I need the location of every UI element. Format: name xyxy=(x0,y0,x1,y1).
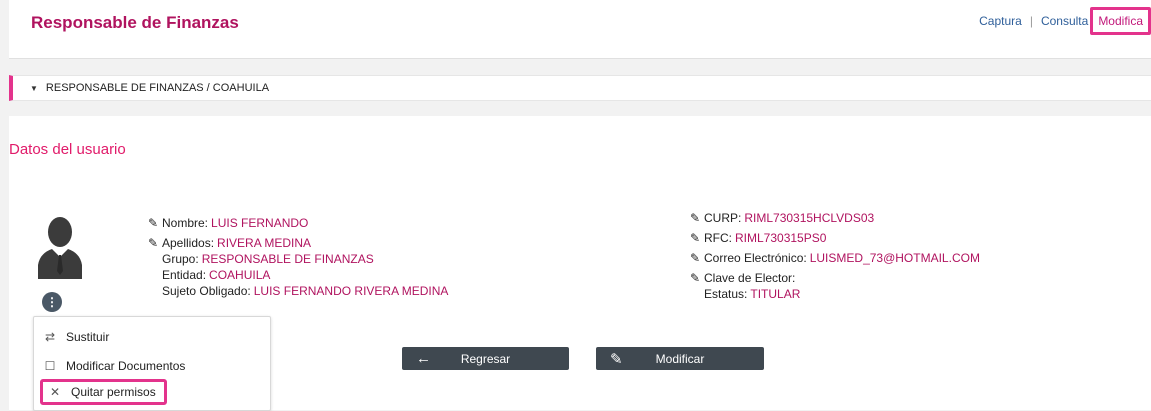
nav-separator: | xyxy=(1029,14,1033,28)
grupo-label: Grupo: xyxy=(162,252,199,266)
grupo-row: Grupo: RESPONSABLE DE FINANZAS xyxy=(148,251,448,267)
clave-label: Clave de Elector: xyxy=(704,271,796,285)
back-button[interactable]: ← Regresar xyxy=(402,347,569,370)
document-icon: ☐ xyxy=(44,359,56,373)
menu-item-label: Sustituir xyxy=(66,330,110,344)
edit-pencil-icon[interactable]: ✎ xyxy=(690,230,704,246)
menu-item-quitar-permisos[interactable]: ✕ Quitar permisos xyxy=(40,379,167,405)
edit-pencil-icon[interactable]: ✎ xyxy=(690,250,704,266)
nav-modifica-link[interactable]: Modifica xyxy=(1090,7,1151,35)
entidad-value: COAHUILA xyxy=(209,268,271,282)
section-breadcrumb[interactable]: ▼ RESPONSABLE DE FINANZAS / COAHUILA xyxy=(9,75,1151,101)
rfc-label: RFC: xyxy=(704,231,732,245)
edit-pencil-icon[interactable]: ✎ xyxy=(690,270,704,286)
modify-button-label: Modificar xyxy=(655,351,705,366)
clave-row: ✎ Clave de Elector: xyxy=(690,270,980,286)
nombre-label: Nombre: xyxy=(162,216,209,230)
nav-consulta-link[interactable]: Consulta xyxy=(1039,10,1090,32)
top-nav: Captura | Consulta Modifica xyxy=(977,7,1151,35)
nombre-row: ✎ Nombre: LUIS FERNANDO xyxy=(148,215,448,231)
apellidos-label: Apellidos: xyxy=(162,236,215,250)
menu-item-label: Quitar permisos xyxy=(71,385,156,399)
back-button-label: Regresar xyxy=(460,351,511,366)
swap-icon: ⇄ xyxy=(44,330,56,344)
apellidos-row: ✎ Apellidos: RIVERA MEDINA xyxy=(148,235,448,251)
page-title: Responsable de Finanzas xyxy=(31,13,239,32)
curp-row: ✎ CURP: RIML730315HCLVDS03 xyxy=(690,210,980,226)
correo-value: LUISMED_73@HOTMAIL.COM xyxy=(809,251,980,265)
rfc-value: RIML730315PS0 xyxy=(735,231,827,245)
user-avatar-icon xyxy=(34,211,86,279)
curp-label: CURP: xyxy=(704,211,742,225)
estatus-row: Estatus: TITULAR xyxy=(690,286,980,302)
page-header: Responsable de Finanzas Captura | Consul… xyxy=(9,0,1151,59)
curp-value: RIML730315HCLVDS03 xyxy=(744,211,875,225)
section-label: RESPONSABLE DE FINANZAS / COAHUILA xyxy=(45,82,270,94)
menu-item-sustituir[interactable]: ⇄ Sustituir xyxy=(42,330,109,344)
user-info-right: ✎ CURP: RIML730315HCLVDS03 ✎ RFC: RIML73… xyxy=(690,210,980,302)
rfc-row: ✎ RFC: RIML730315PS0 xyxy=(690,230,980,246)
edit-pencil-icon[interactable]: ✎ xyxy=(148,215,162,231)
close-icon: ✕ xyxy=(49,385,61,399)
edit-pencil-icon[interactable]: ✎ xyxy=(690,210,704,226)
nombre-value: LUIS FERNANDO xyxy=(211,216,309,230)
estatus-value: TITULAR xyxy=(750,287,801,301)
modify-button[interactable]: ✎ Modificar xyxy=(596,347,764,370)
sujeto-label: Sujeto Obligado: xyxy=(162,284,251,298)
menu-item-label: Modificar Documentos xyxy=(66,359,186,373)
options-menu: ⇄ Sustituir ☐ Modificar Documentos ✕ Qui… xyxy=(33,316,271,411)
user-info-left: ✎ Nombre: LUIS FERNANDO ✎ Apellidos: RIV… xyxy=(148,215,448,299)
grupo-value: RESPONSABLE DE FINANZAS xyxy=(201,252,374,266)
estatus-label: Estatus: xyxy=(704,287,748,301)
more-options-button[interactable]: ⋮ xyxy=(42,292,62,312)
menu-item-modificar-documentos[interactable]: ☐ Modificar Documentos xyxy=(42,359,186,373)
correo-row: ✎ Correo Electrónico: LUISMED_73@HOTMAIL… xyxy=(690,250,980,266)
card-title: Datos del usuario xyxy=(9,141,126,158)
apellidos-value: RIVERA MEDINA xyxy=(217,236,312,250)
sujeto-value: LUIS FERNANDO RIVERA MEDINA xyxy=(253,284,449,298)
correo-label: Correo Electrónico: xyxy=(704,251,807,265)
entidad-row: Entidad: COAHUILA xyxy=(148,267,448,283)
nav-captura-link[interactable]: Captura xyxy=(977,10,1024,32)
sujeto-row: Sujeto Obligado: LUIS FERNANDO RIVERA ME… xyxy=(148,283,448,299)
entidad-label: Entidad: xyxy=(162,268,207,282)
edit-pencil-icon[interactable]: ✎ xyxy=(148,235,162,251)
caret-down-icon: ▼ xyxy=(30,83,38,93)
user-data-card: Datos del usuario ⋮ ✎ Nombre: LUIS FERNA… xyxy=(9,116,1151,411)
